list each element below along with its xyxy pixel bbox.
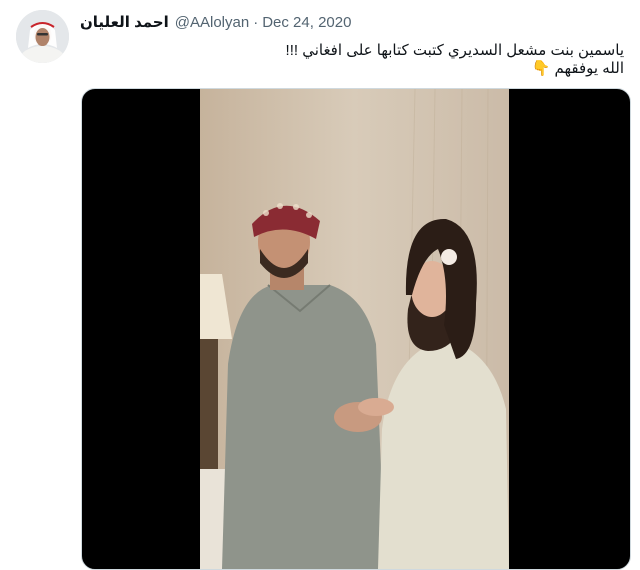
video-frame [200, 89, 509, 569]
tweet-text: الله يوفقهم [554, 60, 625, 77]
author-name[interactable]: احمد العليان [80, 13, 169, 31]
tweet-text-line-2: الله يوفقهم 👇 [532, 59, 624, 77]
tweet-date[interactable]: Dec 24, 2020 [262, 14, 351, 31]
tweet-text-line-1: ياسمين بنت مشعل السديري كتبت كتابها على … [285, 42, 624, 59]
tweet-header: احمد العليان @AAlolyan · Dec 24, 2020 [80, 13, 351, 31]
author-handle[interactable]: @AAlolyan [175, 14, 249, 31]
avatar-photo [16, 10, 69, 63]
meta-separator: · [253, 14, 259, 31]
pointing-down-emoji: 👇 [531, 60, 551, 77]
tweet-media-video[interactable] [81, 88, 631, 570]
author-avatar[interactable] [16, 10, 69, 63]
